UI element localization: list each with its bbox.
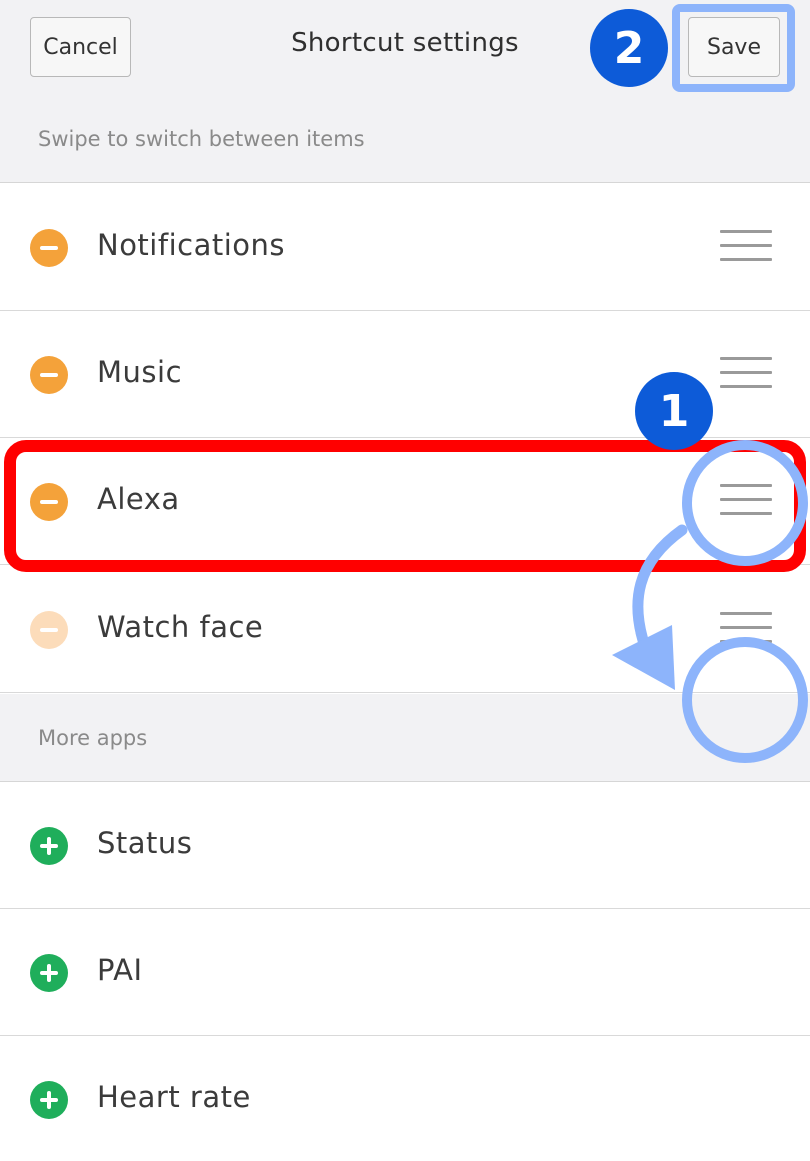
plus-circle-icon[interactable] xyxy=(30,1081,68,1119)
list-item-label: Alexa xyxy=(97,482,180,516)
minus-circle-icon[interactable] xyxy=(30,229,68,267)
drag-handle-icon[interactable] xyxy=(720,612,772,646)
section-header-current: Swipe to switch between items xyxy=(0,95,810,183)
page-title: Shortcut settings xyxy=(291,28,519,58)
section-hint-text: Swipe to switch between items xyxy=(38,127,365,151)
list-item-label: Status xyxy=(97,826,193,860)
drag-handle-icon[interactable] xyxy=(720,357,772,391)
list-item-heart-rate[interactable]: Heart rate xyxy=(0,1036,810,1161)
list-item-label: Music xyxy=(97,355,183,389)
list-item-watch-face[interactable]: Watch face xyxy=(0,566,810,693)
minus-circle-icon[interactable] xyxy=(30,483,68,521)
plus-circle-icon[interactable] xyxy=(30,827,68,865)
list-item-label: Notifications xyxy=(97,228,286,262)
minus-circle-icon[interactable] xyxy=(30,356,68,394)
list-item-notifications[interactable]: Notifications xyxy=(0,184,810,311)
list-item-label: Watch face xyxy=(97,610,264,644)
minus-circle-icon[interactable] xyxy=(30,611,68,649)
section-header-more-apps: More apps xyxy=(0,694,810,782)
list-item-pai[interactable]: PAI xyxy=(0,909,810,1036)
cancel-button[interactable]: Cancel xyxy=(30,17,131,77)
list-item-label: Heart rate xyxy=(97,1080,251,1114)
drag-handle-icon[interactable] xyxy=(720,484,772,518)
list-item-label: PAI xyxy=(97,953,143,987)
top-bar: Cancel Shortcut settings Save xyxy=(0,0,810,95)
drag-handle-icon[interactable] xyxy=(720,230,772,264)
save-button[interactable]: Save xyxy=(688,17,780,77)
step-1-badge: 1 xyxy=(635,372,713,450)
step-2-badge: 2 xyxy=(590,9,668,87)
list-item-alexa[interactable]: Alexa xyxy=(0,438,810,565)
list-item-status[interactable]: Status xyxy=(0,782,810,909)
section-title: More apps xyxy=(38,726,148,750)
plus-circle-icon[interactable] xyxy=(30,954,68,992)
